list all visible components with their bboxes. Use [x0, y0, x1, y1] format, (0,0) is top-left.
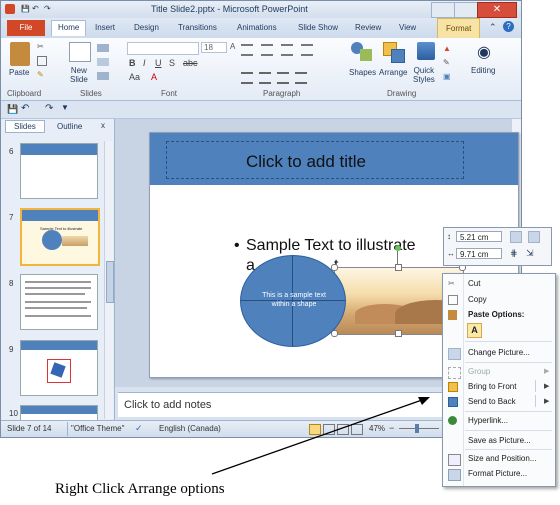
- annotation-arrow: [211, 397, 430, 475]
- annotation-caption: Right Click Arrange options: [55, 481, 225, 497]
